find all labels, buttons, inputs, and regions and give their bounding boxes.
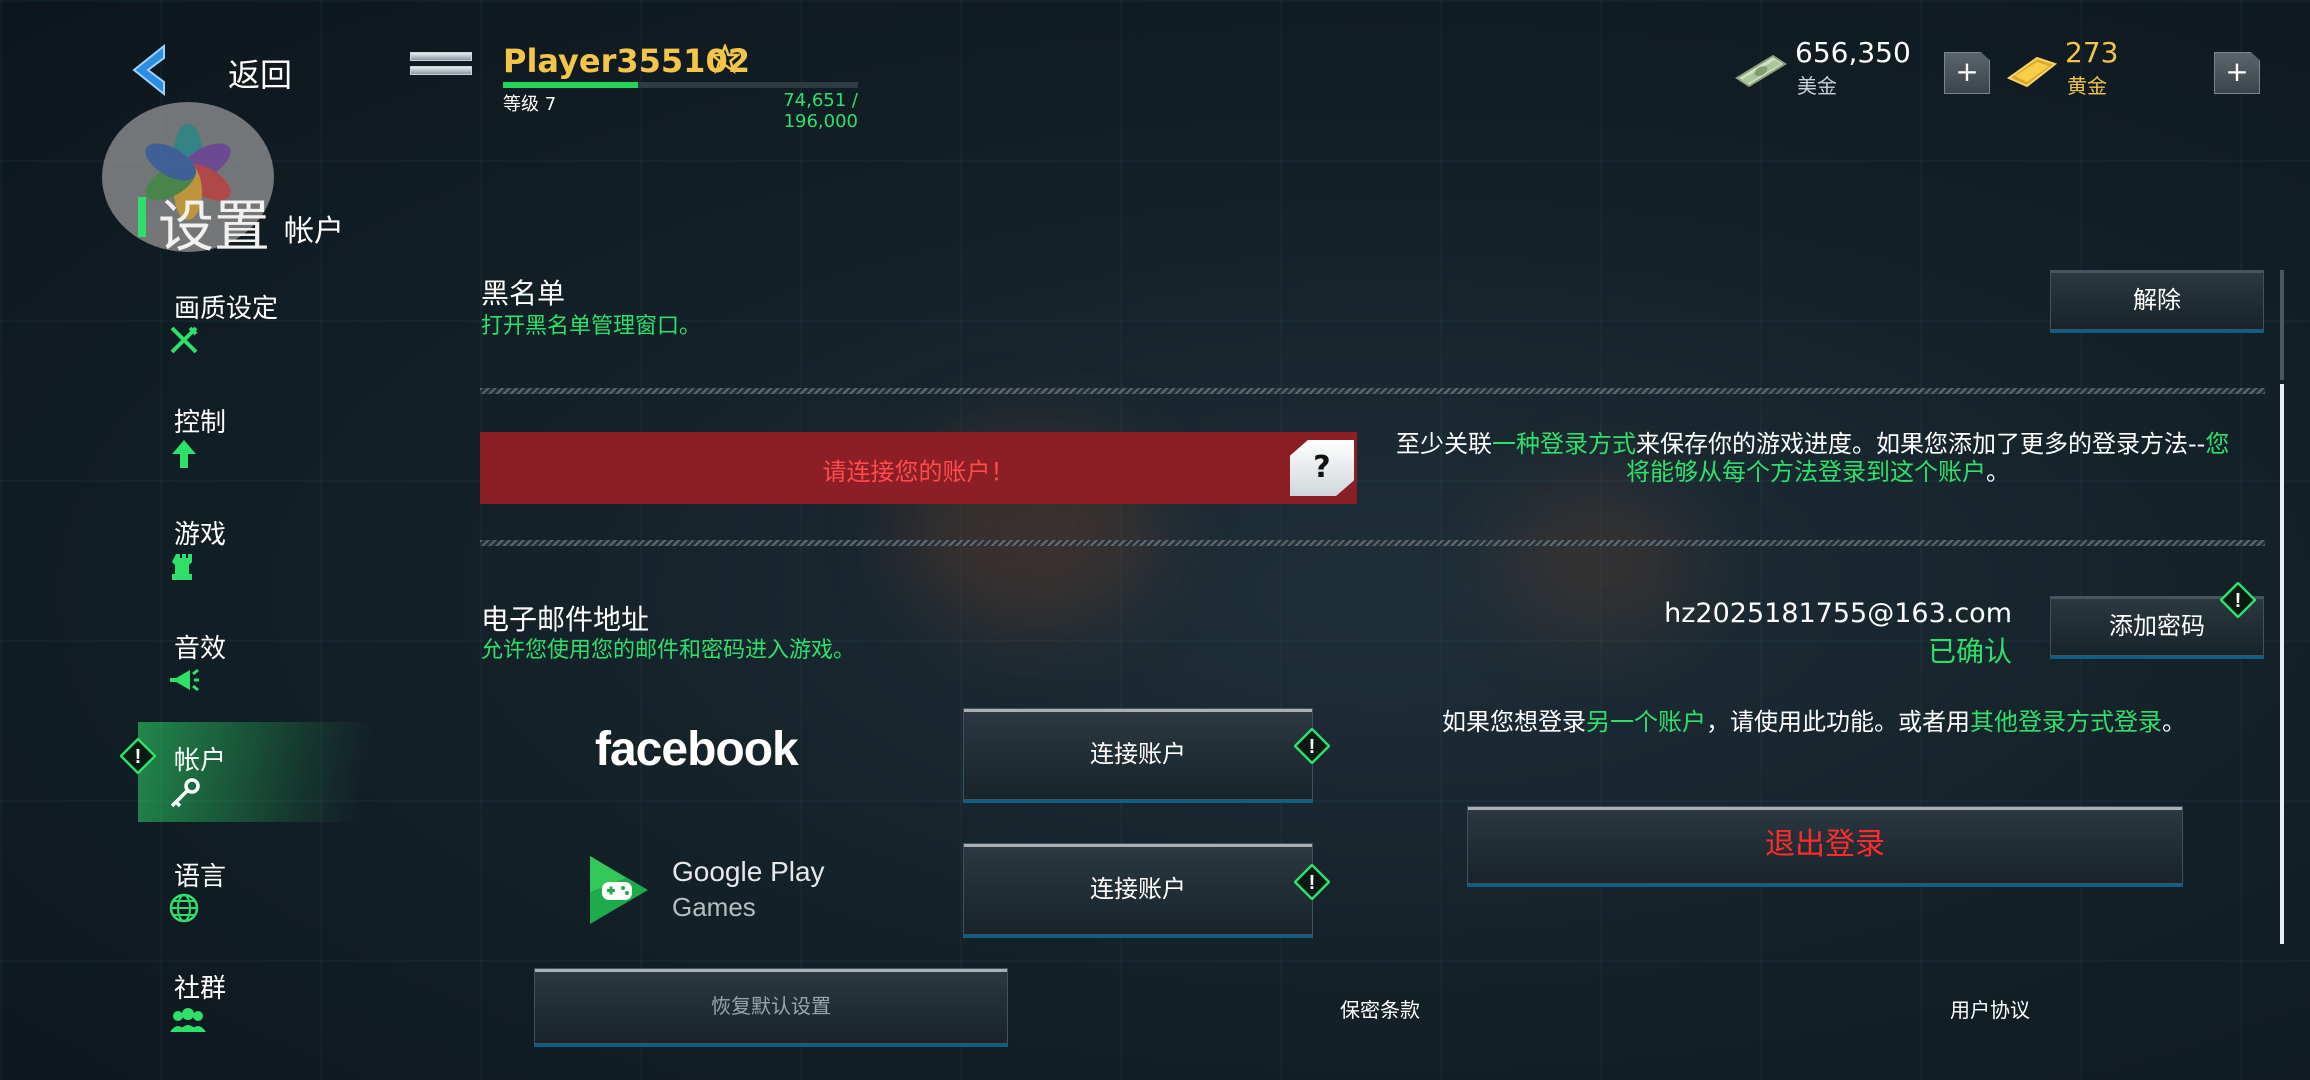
sidebar-item-label: 画质设定 (174, 294, 279, 324)
privacy-policy-link[interactable]: 保密条款 (1280, 994, 1480, 1023)
email-verified-status: 已确认 (1927, 635, 2012, 668)
cash-value: 656,350 (1795, 36, 1911, 69)
sidebar-item-game[interactable]: 游戏 (138, 514, 438, 614)
sidebar-item-account[interactable]: 帐户 (138, 722, 438, 822)
sidebar-item-label: 语言 (174, 862, 227, 892)
menu-icon[interactable] (410, 52, 472, 92)
sidebar-item-label: 控制 (174, 408, 227, 438)
logout-button[interactable]: 退出登录 (1467, 806, 2183, 884)
reset-defaults-button[interactable]: 恢复默认设置 (534, 968, 1008, 1044)
google-play-connect-button[interactable]: 连接账户 (963, 843, 1313, 935)
back-arrow-icon[interactable] (128, 44, 168, 96)
people-icon (170, 1008, 206, 1032)
xp-progress-bar (503, 82, 858, 88)
megaphone-icon (170, 668, 199, 692)
connect-account-warning: 请连接您的账户！ (822, 458, 1015, 486)
blacklist-subtitle: 打开黑名单管理窗口。 (481, 314, 702, 339)
cash-label: 美金 (1797, 74, 1837, 98)
warning-icon: ! (2220, 582, 2256, 618)
gold-label: 黄金 (2067, 74, 2107, 98)
help-button[interactable]: ? (1290, 440, 1354, 496)
sidebar-item-label: 社群 (174, 974, 227, 1004)
facebook-connect-button[interactable]: 连接账户 (963, 708, 1313, 800)
switch-account-info: 如果您想登录另一个账户，请使用此功能。或者用其他登录方式登录。 (1442, 708, 2186, 736)
sidebar-item-label: 音效 (174, 634, 227, 664)
title-accent-bar (138, 197, 146, 237)
gold-bar-icon (2007, 56, 2057, 88)
page-title: 设置 (158, 195, 270, 260)
sidebar-item-sound[interactable]: 音效 (138, 628, 438, 728)
divider (480, 540, 2265, 546)
sidebar-item-controls[interactable]: 控制 (138, 402, 438, 502)
add-cash-button[interactable]: + (1944, 52, 1990, 94)
add-gold-button[interactable]: + (2214, 52, 2260, 94)
chess-rook-icon (172, 554, 192, 580)
sidebar-item-graphics[interactable]: 画质设定 (138, 288, 438, 388)
sidebar-item-label: 帐户 (174, 746, 227, 776)
globe-icon (169, 893, 199, 923)
email-subtitle: 允许您使用您的邮件和密码进入游戏。 (481, 638, 856, 663)
scrollbar-thumb[interactable] (2280, 384, 2284, 944)
arrow-up-icon (172, 440, 196, 468)
unblock-button[interactable]: 解除 (2050, 270, 2264, 330)
warning-icon: ! (1294, 864, 1330, 900)
user-agreement-link[interactable]: 用户协议 (1890, 994, 2090, 1023)
warning-mark: ! (1309, 736, 1316, 758)
google-play-games-icon (590, 856, 648, 924)
warning-icon: ! (120, 738, 156, 774)
warning-icon: ! (1294, 728, 1330, 764)
google-play-logo-subtext: Games (672, 892, 756, 922)
cash-icon (1735, 54, 1787, 88)
google-play-logo-text: Google Play (672, 856, 825, 887)
warning-mark: ! (1309, 872, 1316, 894)
page-subtitle: 帐户 (284, 214, 344, 249)
facebook-logo: facebook (595, 723, 799, 776)
blacklist-title: 黑名单 (481, 277, 566, 310)
scrollbar-track[interactable] (2280, 270, 2284, 380)
divider (480, 388, 2265, 394)
connect-account-banner: 请连接您的账户！ (480, 432, 1357, 504)
gold-value: 273 (2065, 36, 2119, 69)
wrench-screwdriver-icon (170, 326, 198, 354)
login-methods-info-line2: 将能够从每个方法登录到这个账户。 (1626, 458, 2010, 486)
warning-mark: ! (135, 746, 142, 768)
sidebar-item-language[interactable]: 语言 (138, 856, 438, 956)
sidebar-item-community[interactable]: 社群 (138, 968, 438, 1068)
sidebar-item-label: 游戏 (174, 520, 227, 550)
back-button-label[interactable]: 返回 (228, 50, 292, 96)
key-icon (170, 778, 200, 808)
xp-text: 74,651 / 196,000 (783, 90, 858, 132)
level-label: 等级 7 (503, 94, 557, 115)
xp-progress-fill (503, 82, 638, 88)
warning-mark: ! (2235, 590, 2242, 612)
email-address: hz2025181755@163.com (1664, 598, 2012, 629)
star-icon (710, 44, 740, 74)
